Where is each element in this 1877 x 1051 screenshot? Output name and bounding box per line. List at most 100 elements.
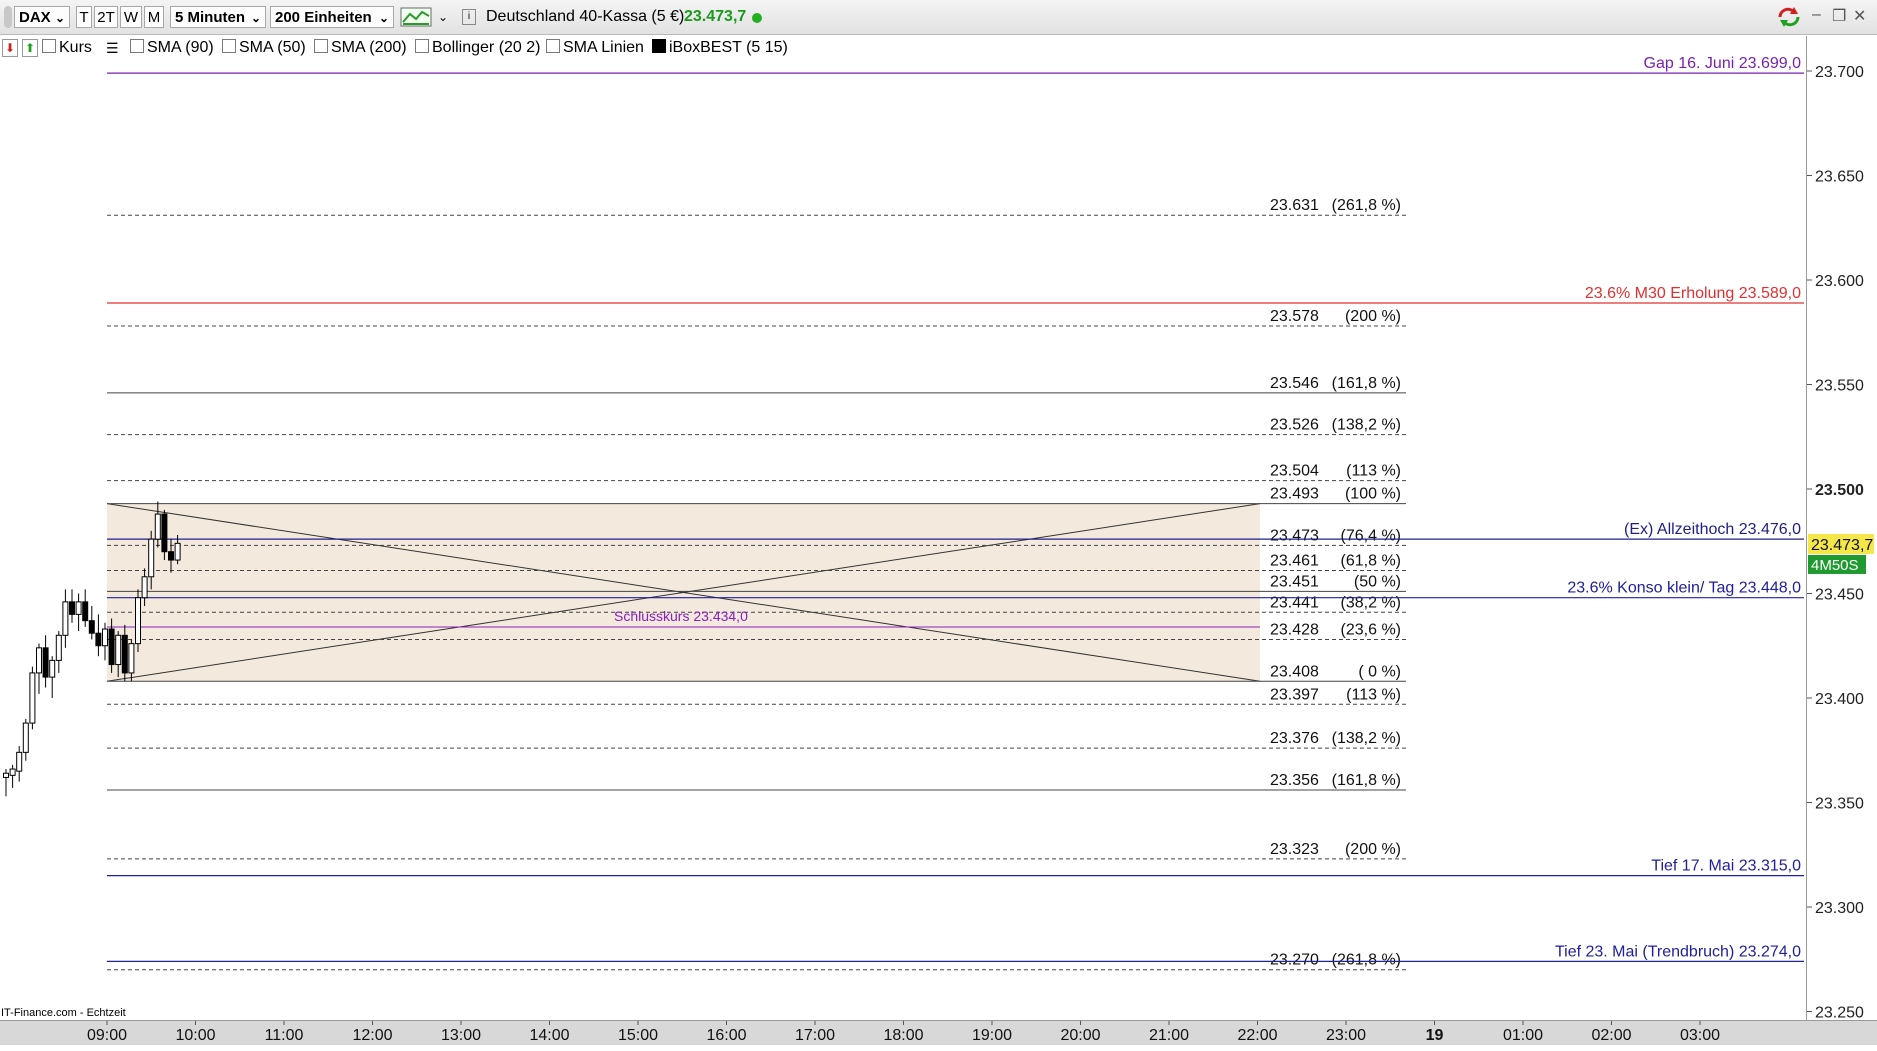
fib-level-value: 23.461 [1270, 553, 1319, 570]
x-tick-label: 21:00 [1149, 1027, 1189, 1044]
fib-level-percent: (38,2 %) [1341, 594, 1401, 611]
fib-level-value: 23.473 [1270, 527, 1319, 544]
interval-label: 5 Minuten [175, 9, 245, 26]
candle-body [161, 513, 168, 553]
candle-body [82, 601, 89, 622]
x-tick-label: 20:00 [1060, 1027, 1100, 1044]
status-dot-icon [752, 13, 762, 23]
y-tick-label: 23.600 [1815, 273, 1864, 290]
x-tick-label: 14:00 [529, 1027, 569, 1044]
range-button-t[interactable]: T [76, 6, 92, 28]
y-tick-label: 23.350 [1815, 796, 1864, 813]
fib-level-value: 23.451 [1270, 573, 1319, 590]
x-tick-label: 11:00 [265, 1027, 304, 1044]
candle-body [128, 643, 135, 674]
fib-level-percent: (138,2 %) [1332, 730, 1401, 747]
x-tick-label: 01:00 [1503, 1027, 1543, 1044]
level-label: 23.6% Konso klein/ Tag 23.448,0 [1567, 580, 1801, 597]
candle-body [22, 722, 29, 753]
fib-level-value: 23.408 [1270, 663, 1319, 680]
fib-level-percent: (61,8 %) [1341, 553, 1401, 570]
symbol-select[interactable]: DAX ⌄ [14, 6, 70, 28]
candle-body [3, 772, 9, 778]
range-button-m[interactable]: M [144, 6, 164, 28]
fib-level-percent: ( 0 %) [1358, 663, 1401, 680]
range-button-w[interactable]: W [120, 6, 142, 28]
interval-select[interactable]: 5 Minuten ⌄ [170, 6, 266, 28]
fib-level-percent: (23,6 %) [1341, 621, 1401, 638]
fib-level-value: 23.631 [1270, 197, 1319, 214]
candle-body [102, 628, 108, 647]
fib-level-percent: (76,4 %) [1341, 527, 1401, 544]
x-tick-label: 18:00 [883, 1027, 923, 1044]
fib-level-percent: (261,8 %) [1332, 952, 1401, 969]
x-tick-label: 13:00 [441, 1027, 481, 1044]
candle-body [55, 634, 62, 661]
fib-level-value: 23.578 [1270, 308, 1319, 325]
candle-body [108, 628, 115, 666]
toolbar-grip[interactable] [4, 6, 12, 28]
fib-level-percent: (138,2 %) [1332, 417, 1401, 434]
fib-level-percent: (100 %) [1345, 486, 1401, 503]
fib-level-value: 23.270 [1270, 952, 1319, 969]
range-button-2t[interactable]: 2T [94, 6, 118, 28]
time-axis-svg: 09:00 10:00 11:00 12:00 13:00 14:00 15:00 16:00… [87, 1021, 1720, 1044]
close-icon[interactable]: ✕ [1853, 6, 1866, 26]
level-label: Gap 16. Juni 23.699,0 [1644, 55, 1802, 72]
fib-level-percent: (113 %) [1346, 463, 1401, 480]
fib-level-value: 23.376 [1270, 730, 1319, 747]
x-tick-label: 22:00 [1237, 1027, 1277, 1044]
candle-body [42, 647, 49, 678]
candle-body [49, 659, 56, 678]
close-price-label: Schlusskurs 23.434,0 [614, 608, 748, 624]
candle-body [88, 620, 95, 634]
level-label: (Ex) Allzeithoch 23.476,0 [1624, 521, 1801, 538]
fib-level-value: 23.323 [1270, 841, 1319, 858]
y-tick-label: 23.300 [1815, 900, 1864, 917]
x-tick-label: 19 [1426, 1027, 1444, 1044]
instrument-name: Deutschland 40-Kassa (5 €) [486, 8, 685, 25]
chart-type-button[interactable] [400, 6, 434, 28]
x-tick-label: 16:00 [706, 1027, 746, 1044]
chart-type-dropdown-icon[interactable]: ⌄ [438, 6, 452, 28]
fib-level-percent: (261,8 %) [1332, 197, 1401, 214]
x-tick-label: 03:00 [1680, 1027, 1720, 1044]
y-tick-label: 23.700 [1815, 64, 1864, 81]
toolbar: DAX ⌄ T 2T W M 5 Minuten ⌄ 200 Einheiten ⌄ … [0, 0, 1877, 35]
y-tick-label: 23.450 [1815, 587, 1864, 604]
candle-body [62, 601, 69, 636]
price-marker-label: 23.473,7 [1811, 537, 1873, 554]
y-tick-label: 23.650 [1815, 169, 1864, 186]
chevron-down-icon: ⌄ [250, 11, 261, 25]
candle-body [115, 634, 122, 666]
fib-level-percent: (113 %) [1346, 686, 1401, 703]
candle-body [141, 576, 148, 599]
x-tick-label: 17:00 [795, 1027, 835, 1044]
candle-body [135, 597, 141, 645]
candle-body [154, 513, 161, 540]
fib-level-percent: (200 %) [1345, 841, 1401, 858]
restore-icon[interactable]: ❐ [1832, 6, 1846, 26]
chevron-down-icon: ⌄ [54, 11, 65, 25]
fib-level-percent: (161,8 %) [1332, 772, 1401, 789]
units-label: 200 Einheiten [275, 9, 372, 26]
fib-level-value: 23.493 [1270, 486, 1319, 503]
units-select[interactable]: 200 Einheiten ⌄ [270, 6, 394, 28]
time-axis[interactable]: 09:00 10:00 11:00 12:00 13:00 14:00 15:00 16:00… [0, 1020, 1877, 1045]
candle-body [16, 751, 23, 772]
minimize-icon[interactable]: – [1812, 6, 1821, 24]
fib-level-percent: (200 %) [1345, 308, 1401, 325]
level-label: Tief 23. Mai (Trendbruch) 23.274,0 [1555, 943, 1801, 960]
fib-level-percent: (50 %) [1354, 573, 1401, 590]
candle-body [29, 672, 36, 724]
y-tick-label: 23.500 [1815, 482, 1864, 499]
price-axis[interactable]: 23.700 23.650 23.600 23.550 23.500 23.450 23.4… [1806, 36, 1877, 1022]
sync-icon[interactable] [1776, 6, 1802, 28]
price-chart[interactable]: 23.631 (261,8 %) 23.578 (200 %) 23.546 (161,8… [0, 36, 1806, 1020]
last-price: 23.473,7 [684, 8, 747, 25]
info-icon[interactable]: i [462, 6, 476, 28]
candle-body [36, 647, 42, 674]
x-tick-label: 12:00 [352, 1027, 392, 1044]
chart-type-icon [400, 7, 432, 27]
refresh-arrows-icon [1778, 7, 1800, 27]
